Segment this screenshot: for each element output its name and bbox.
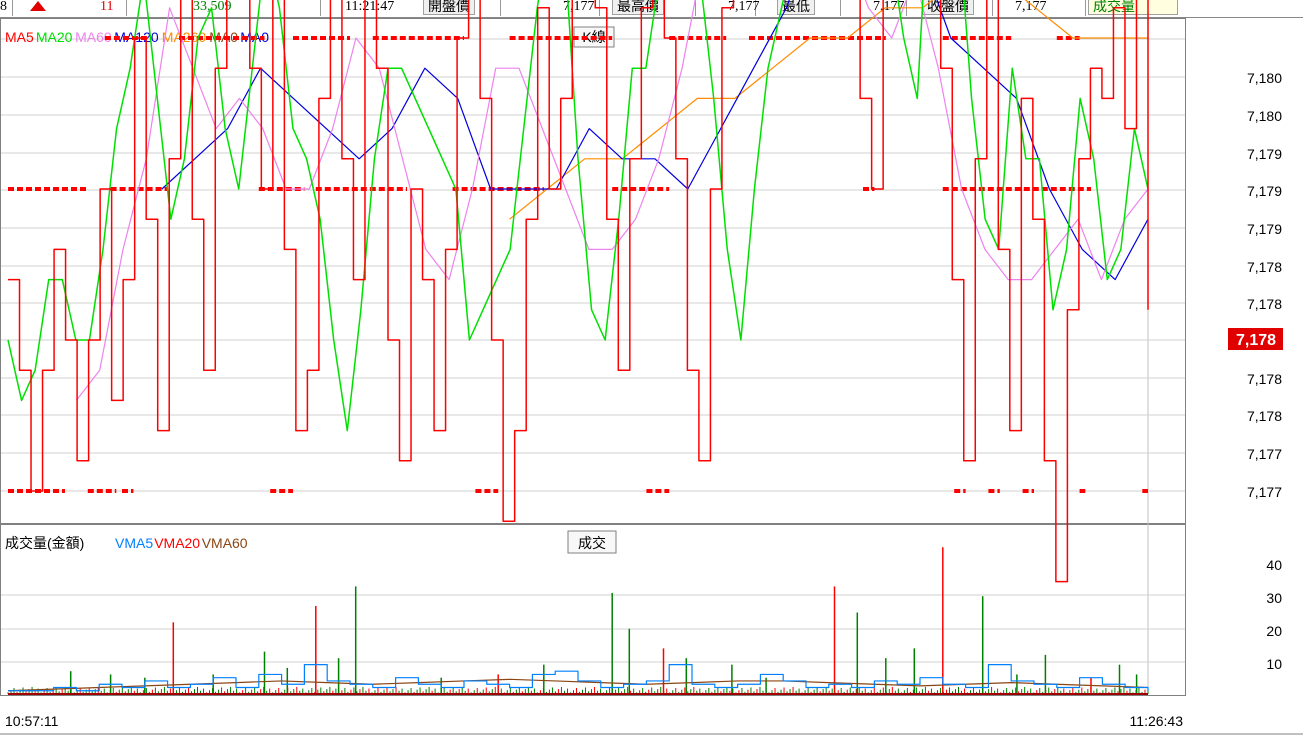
- volume-legend-entry-0: 成交量(金額): [5, 535, 84, 551]
- volume-legend-entry-1: VMA5: [115, 535, 153, 551]
- price-tick-label: 7,177: [1247, 446, 1282, 462]
- volume-tick-label: 40: [1266, 557, 1282, 573]
- legend-entry-ma5: MA5: [5, 29, 34, 45]
- price-tick-label: 7,180: [1247, 108, 1282, 124]
- volume-tick-label: 30: [1266, 590, 1282, 606]
- x-start-label: 10:57:11: [5, 713, 59, 729]
- ma20-line: [7, 0, 1149, 432]
- vma5-line: [8, 664, 1149, 692]
- x-end-label: 11:26:43: [1130, 713, 1184, 729]
- price-tick-label: 7,178: [1247, 296, 1282, 312]
- price-tick-label: 7,178: [1247, 408, 1282, 424]
- price-tick-label: 7,179: [1247, 146, 1282, 162]
- volume-tick-label: 10: [1266, 656, 1282, 672]
- price-tick-label: 7,179: [1247, 221, 1282, 237]
- price-tick-label: 7,180: [1247, 70, 1282, 86]
- price-tick-label: 7,178: [1247, 259, 1282, 275]
- price-tick-label: 7,177: [1247, 484, 1282, 500]
- chart-canvas: 7,180 7,180 7,179 7,179 7,179 7,178 7,178 7,178…: [0, 0, 1303, 735]
- price-tick-label: 7,178: [1247, 371, 1282, 387]
- volume-button-label: 成交: [578, 535, 606, 551]
- volume-legend-entry-2: VMA20: [154, 535, 200, 551]
- volume-legend-entry-3: VMA60: [202, 535, 248, 551]
- volume-tick-label: 20: [1266, 623, 1282, 639]
- price-tick-label: 7,179: [1247, 183, 1282, 199]
- ma5-line: [8, 0, 1149, 583]
- current-price-label: 7,178: [1236, 332, 1276, 349]
- legend-entry-ma20: MA20: [36, 29, 73, 45]
